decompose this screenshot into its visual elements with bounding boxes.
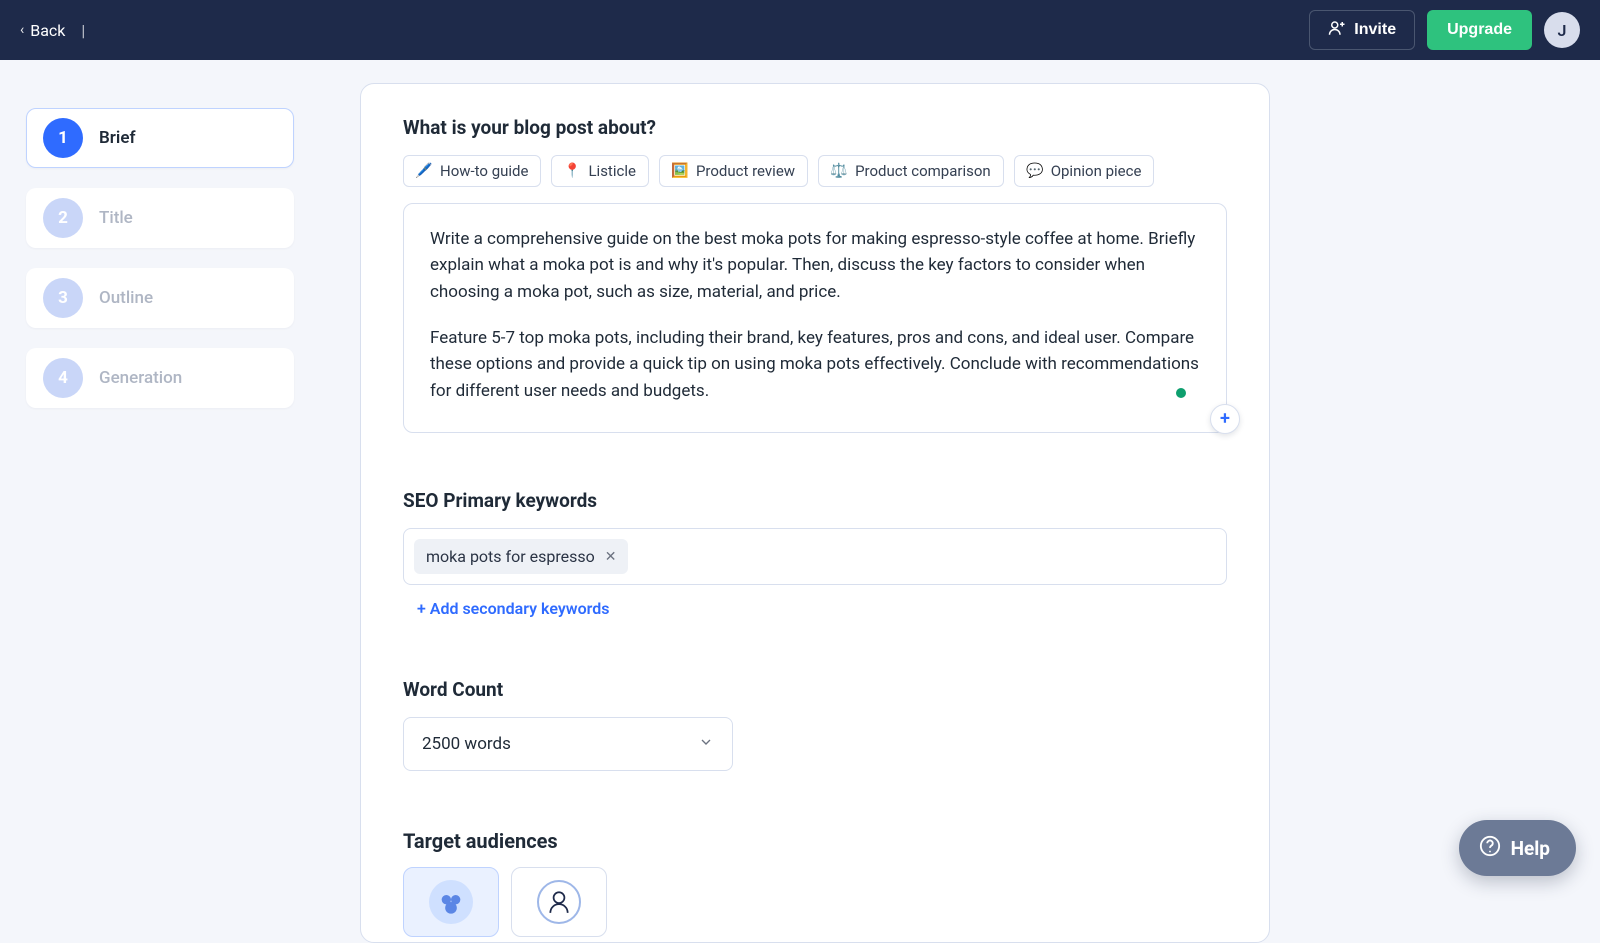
keyword-text: moka pots for espresso [426,547,595,566]
step-number: 2 [43,198,83,238]
keyword-tag: moka pots for espresso ✕ [414,539,628,574]
add-secondary-keywords-link[interactable]: + Add secondary keywords [417,599,1227,618]
wordcount-value: 2500 words [422,734,511,754]
invite-label: Invite [1354,21,1396,39]
step-label: Title [99,208,133,228]
avatar[interactable]: J [1544,12,1580,48]
back-label: Back [30,21,65,40]
wordcount-section: Word Count 2500 words [403,678,1227,771]
chip-opinion[interactable]: 💬 Opinion piece [1014,155,1155,187]
keyword-text-input[interactable] [636,548,1216,566]
chip-label: Product review [696,162,795,180]
step-number: 4 [43,358,83,398]
audience-option-everyone[interactable] [403,867,499,937]
chip-howto[interactable]: 🖊️ How-to guide [403,155,541,187]
audience-option-persona[interactable] [511,867,607,937]
step-number: 3 [43,278,83,318]
topbar: ‹ Back | Invite Upgrade J [0,0,1600,60]
topbar-left: ‹ Back | [20,21,85,40]
help-icon [1479,835,1501,862]
people-icon [429,880,473,924]
chevron-left-icon: ‹ [20,22,24,38]
seo-heading: SEO Primary keywords [403,489,1227,512]
brief-paragraph: Feature 5-7 top moka pots, including the… [430,325,1200,404]
chevron-down-icon [698,734,714,755]
persona-icon [537,880,581,924]
seo-section: SEO Primary keywords moka pots for espre… [403,489,1227,618]
brief-textarea[interactable]: Write a comprehensive guide on the best … [403,203,1227,433]
remove-keyword-button[interactable]: ✕ [605,549,617,565]
step-label: Brief [99,128,136,148]
step-outline[interactable]: 3 Outline [26,268,294,328]
about-heading: What is your blog post about? [403,116,1227,139]
avatar-initial: J [1558,21,1567,40]
frame-icon: 🖼️ [672,163,688,179]
chip-product-comparison[interactable]: ⚖️ Product comparison [818,155,1004,187]
wand-icon: 🖊️ [416,163,432,179]
step-generation[interactable]: 4 Generation [26,348,294,408]
pin-icon: 📍 [564,163,580,179]
step-label: Outline [99,288,153,308]
chip-label: Opinion piece [1051,162,1142,180]
step-title[interactable]: 2 Title [26,188,294,248]
chip-label: How-to guide [440,162,528,180]
post-type-chips: 🖊️ How-to guide 📍 Listicle 🖼️ Product re… [403,155,1227,187]
add-brief-button[interactable]: + [1210,404,1240,434]
back-button[interactable]: ‹ Back [20,21,65,40]
step-brief[interactable]: 1 Brief [26,108,294,168]
help-label: Help [1511,837,1550,860]
topbar-divider: | [81,21,85,40]
scales-icon: ⚖️ [831,163,847,179]
wordcount-heading: Word Count [403,678,1227,701]
user-plus-icon [1328,19,1346,42]
upgrade-label: Upgrade [1447,21,1512,38]
step-number: 1 [43,118,83,158]
chat-icon: 💬 [1027,163,1043,179]
topbar-right: Invite Upgrade J [1309,10,1580,50]
chip-label: Listicle [588,162,635,180]
step-label: Generation [99,368,182,388]
chip-listicle[interactable]: 📍 Listicle [551,155,648,187]
chip-product-review[interactable]: 🖼️ Product review [659,155,808,187]
brief-paragraph: Write a comprehensive guide on the best … [430,226,1200,305]
invite-button[interactable]: Invite [1309,10,1415,50]
wordcount-select[interactable]: 2500 words [403,717,733,771]
upgrade-button[interactable]: Upgrade [1427,10,1532,50]
audiences-section: Target audiences [403,829,1227,937]
plus-icon: + [1220,405,1230,433]
keywords-input[interactable]: moka pots for espresso ✕ [403,528,1227,585]
help-button[interactable]: Help [1459,820,1576,876]
main-card: What is your blog post about? 🖊️ How-to … [360,83,1270,943]
audiences-heading: Target audiences [403,829,1227,853]
sidebar: 1 Brief 2 Title 3 Outline 4 Generation [26,108,294,408]
status-dot-icon [1176,388,1186,398]
chip-label: Product comparison [855,162,991,180]
audiences-row [403,867,1227,937]
